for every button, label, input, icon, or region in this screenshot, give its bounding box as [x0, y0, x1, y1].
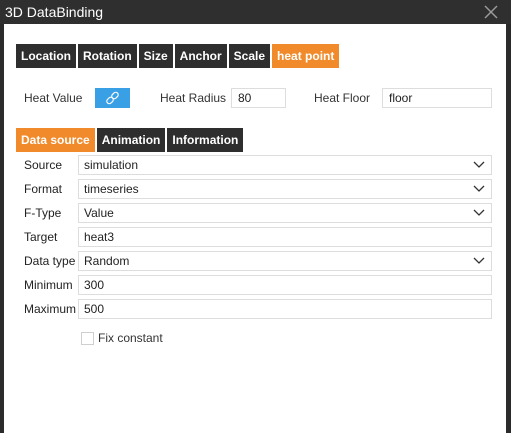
source-value: simulation — [84, 158, 139, 172]
maximum-input[interactable]: 500 — [78, 299, 492, 319]
chevron-down-icon — [473, 161, 485, 168]
top-tab-bar: Location Rotation Size Anchor Scale heat… — [16, 44, 340, 68]
maximum-label: Maximum — [24, 302, 77, 316]
ftype-label: F-Type — [24, 206, 62, 220]
tab-data-source[interactable]: Data source — [16, 128, 95, 152]
chevron-down-icon — [473, 209, 485, 216]
window-title: 3D DataBinding — [5, 4, 104, 20]
tab-location[interactable]: Location — [16, 44, 76, 68]
tab-heat-point[interactable]: heat point — [272, 44, 340, 68]
heat-radius-input[interactable]: 80 — [231, 88, 286, 108]
tab-size[interactable]: Size — [138, 44, 173, 68]
fix-constant-checkbox[interactable] — [81, 332, 94, 345]
link-icon — [106, 91, 119, 105]
tab-animation[interactable]: Animation — [96, 128, 166, 152]
heat-floor-input[interactable]: floor — [382, 88, 492, 108]
sub-tab-bar: Data source Animation Information — [16, 128, 244, 152]
ftype-value: Value — [84, 206, 114, 220]
chevron-down-icon — [473, 185, 485, 192]
heat-floor-label: Heat Floor — [314, 91, 371, 105]
minimum-input[interactable]: 300 — [78, 275, 492, 295]
chevron-down-icon — [473, 257, 485, 264]
datatype-select[interactable]: Random — [78, 251, 492, 271]
format-value: timeseries — [84, 182, 139, 196]
target-label: Target — [24, 230, 58, 244]
datatype-label: Data type — [24, 254, 76, 268]
source-select[interactable]: simulation — [78, 155, 492, 175]
tab-rotation[interactable]: Rotation — [78, 44, 137, 68]
tab-scale[interactable]: Scale — [228, 44, 271, 68]
format-label: Format — [24, 182, 63, 196]
dialog-panel: Location Rotation Size Anchor Scale heat… — [4, 24, 506, 433]
heat-value-link-button[interactable] — [95, 88, 130, 108]
close-icon[interactable] — [483, 4, 499, 20]
heat-value-label: Heat Value — [24, 91, 83, 105]
heat-radius-label: Heat Radius — [160, 91, 227, 105]
fix-constant-label: Fix constant — [98, 331, 163, 345]
ftype-select[interactable]: Value — [78, 203, 492, 223]
datatype-value: Random — [84, 254, 130, 268]
tab-anchor[interactable]: Anchor — [174, 44, 227, 68]
format-select[interactable]: timeseries — [78, 179, 492, 199]
target-input[interactable]: heat3 — [78, 227, 492, 247]
minimum-label: Minimum — [24, 278, 73, 292]
tab-information[interactable]: Information — [167, 128, 244, 152]
source-label: Source — [24, 158, 63, 172]
title-bar: 3D DataBinding — [0, 0, 511, 24]
